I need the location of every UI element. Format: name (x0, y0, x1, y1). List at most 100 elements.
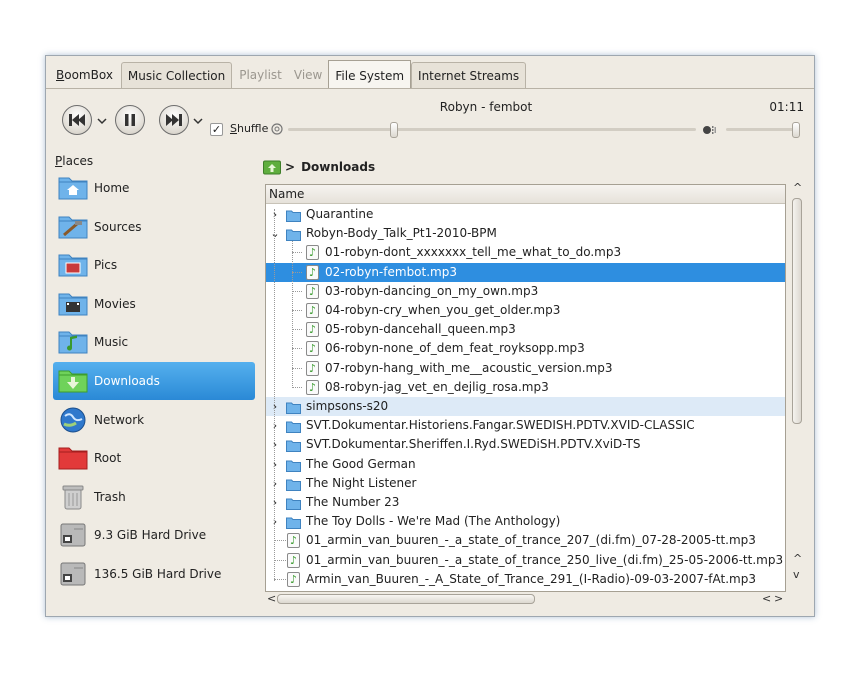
seek-slider-handle[interactable] (390, 122, 399, 138)
column-header-name[interactable]: Name (266, 185, 785, 204)
vertical-scrollbar[interactable]: ^ ^ v (788, 181, 806, 592)
next-track-button[interactable] (159, 105, 189, 135)
hard-drive-icon (58, 560, 88, 588)
tree-item-name: 01_armin_van_buuren_-_a_state_of_trance_… (306, 552, 784, 567)
tree-folder-row[interactable]: › SVT.Dokumentar.Historiens.Fangar.SWEDIS… (266, 416, 785, 435)
place-9-3-gib-hard-drive[interactable]: 9.3 GiB Hard Drive (53, 516, 255, 554)
tree-folder-row[interactable]: › The Number 23 (266, 493, 785, 512)
expand-arrow-icon[interactable]: › (270, 512, 280, 531)
tab-label: Music Collection (127, 69, 226, 83)
tree-guide-line (274, 540, 286, 542)
tab-music-collection[interactable]: Music Collection (120, 62, 233, 88)
volume-slider[interactable] (726, 128, 798, 131)
places-panel: Places Home Sources Pics Movies Music Downloa… (51, 152, 257, 610)
chevron-down-icon[interactable] (193, 116, 203, 126)
scroll-right-icon[interactable]: > (774, 592, 783, 605)
place-network[interactable]: Network (53, 401, 255, 439)
tree-file-row[interactable]: ♪ 03-robyn-dancing_on_my_own.mp3 (266, 282, 785, 301)
seek-slider[interactable] (288, 128, 696, 131)
tree-folder-row[interactable]: › The Night Listener (266, 474, 785, 493)
file-tree[interactable]: Name › Quarantine ⌄ Robyn-Body_Talk_Pt1-201… (265, 184, 786, 592)
expand-arrow-icon[interactable]: › (270, 397, 280, 416)
horizontal-scroll-thumb[interactable] (277, 594, 535, 604)
scroll-up-icon[interactable]: ^ (793, 552, 802, 565)
now-playing-title: Robyn - fembot (439, 100, 533, 114)
tree-file-row[interactable]: ♪ 01_armin_van_buuren_-_a_state_of_trance… (266, 551, 785, 570)
tree-folder-row[interactable]: ⌄ Robyn-Body_Talk_Pt1-2010-BPM (266, 224, 785, 243)
place-label: Pics (94, 258, 118, 273)
tree-folder-row[interactable]: › SVT.Dokumentar.Sheriffen.I.Ryd.SWEDiSH.… (266, 435, 785, 454)
place-trash[interactable]: Trash (53, 478, 255, 516)
tree-file-row[interactable]: ♪ 01_armin_van_buuren_-_a_state_of_trance… (266, 531, 785, 550)
place-pics[interactable]: Pics (53, 246, 255, 284)
tree-item-name: 03-robyn-dancing_on_my_own.mp3 (325, 283, 539, 298)
expand-arrow-icon[interactable]: › (270, 493, 280, 512)
expand-arrow-icon[interactable]: › (270, 416, 280, 435)
audio-file-icon: ♪ (287, 571, 300, 587)
place-music[interactable]: Music (53, 323, 255, 361)
vertical-scroll-thumb[interactable] (792, 198, 802, 424)
tree-file-row[interactable]: ♪ 07-robyn-hang_with_me__acoustic_version… (266, 359, 785, 378)
tree-guide-line (292, 271, 302, 273)
expand-arrow-icon[interactable]: › (270, 474, 280, 493)
tree-item-name: The Number 23 (306, 495, 400, 509)
tree-item-name: Armin_van_Buuren_-_A_State_of_Trance_291… (306, 571, 756, 586)
tree-file-row[interactable]: ♪ 02-robyn-fembot.mp3 (266, 262, 785, 282)
pause-button[interactable] (115, 105, 145, 135)
expand-arrow-icon[interactable]: › (270, 435, 280, 454)
tree-folder-row[interactable]: › The Good German (266, 455, 785, 474)
volume-slider-handle[interactable] (791, 122, 800, 138)
tab-internet-streams[interactable]: Internet Streams (411, 62, 527, 88)
audio-file-icon: ♪ (306, 303, 319, 318)
scroll-left-icon[interactable]: < (762, 592, 771, 605)
previous-track-button[interactable] (62, 105, 92, 135)
tree-guide-line (292, 252, 302, 254)
tree-folder-row[interactable]: › simpsons-s20 (266, 397, 785, 416)
tree-file-row[interactable]: ♪ Armin_van_Buuren_-_A_State_of_Trance_29… (266, 570, 785, 589)
downloads-folder-icon (58, 367, 88, 395)
tree-folder-row[interactable]: › Quarantine (266, 205, 785, 224)
tree-file-row[interactable]: ♪ 05-robyn-dancehall_queen.mp3 (266, 320, 785, 339)
place-136-5-gib-hard-drive[interactable]: 136.5 GiB Hard Drive (53, 555, 255, 593)
collapse-arrow-icon[interactable]: ⌄ (270, 224, 280, 243)
place-root[interactable]: Root (53, 439, 255, 477)
tree-file-row[interactable]: ♪ 06-robyn-none_of_dem_feat_royksopp.mp3 (266, 339, 785, 358)
place-label: Music (94, 335, 129, 350)
audio-file-icon: ♪ (306, 245, 319, 261)
expand-arrow-icon[interactable]: › (270, 205, 280, 224)
place-label: Root (94, 451, 122, 466)
tree-file-row[interactable]: ♪ 04-robyn-cry_when_you_get_older.mp3 (266, 301, 785, 320)
shuffle-checkbox[interactable]: ✓ (210, 123, 223, 136)
tab-file-system[interactable]: File System (328, 60, 412, 88)
scroll-left-icon[interactable]: < (267, 592, 276, 605)
place-movies[interactable]: Movies (53, 285, 255, 323)
tab-playlist[interactable]: Playlist (233, 62, 288, 88)
place-sources[interactable]: Sources (53, 208, 255, 246)
place-home[interactable]: Home (53, 169, 255, 207)
place-downloads[interactable]: Downloads (53, 362, 255, 400)
network-globe-icon (58, 406, 88, 434)
tree-file-row[interactable]: ♪ 08-robyn-jag_vet_en_dejlig_rosa.mp3 (266, 378, 785, 397)
scroll-down-icon[interactable]: v (793, 568, 800, 581)
folder-icon (286, 478, 301, 491)
breadcrumb-current[interactable]: Downloads (301, 160, 375, 174)
tree-item-name: The Good German (306, 456, 416, 471)
folder-icon (286, 228, 301, 242)
tree-guide-line (274, 578, 286, 580)
tree-item-name: The Night Listener (306, 475, 417, 490)
tab-view[interactable]: View (288, 62, 328, 88)
horizontal-scrollbar[interactable]: < < > (265, 592, 786, 606)
tree-file-row[interactable]: ♪ 01-robyn-dont_xxxxxxx_tell_me_what_to_d… (266, 243, 785, 262)
chevron-down-icon[interactable] (97, 116, 107, 126)
folder-icon (286, 497, 301, 510)
expand-arrow-icon[interactable]: › (270, 455, 280, 474)
place-label: 136.5 GiB Hard Drive (94, 567, 222, 581)
tree-item-name: 01_armin_van_buuren_-_a_state_of_trance_… (306, 533, 756, 548)
tree-folder-row[interactable]: › The Toy Dolls - We're Mad (The Antholog… (266, 512, 785, 531)
audio-file-icon: ♪ (287, 533, 300, 549)
tree-item-name: The Toy Dolls - We're Mad (The Anthology… (306, 514, 561, 529)
downloads-folder-icon[interactable] (263, 159, 281, 175)
scroll-up-icon[interactable]: ^ (793, 181, 802, 194)
folder-icon (286, 209, 301, 222)
tab-label: View (293, 68, 323, 82)
